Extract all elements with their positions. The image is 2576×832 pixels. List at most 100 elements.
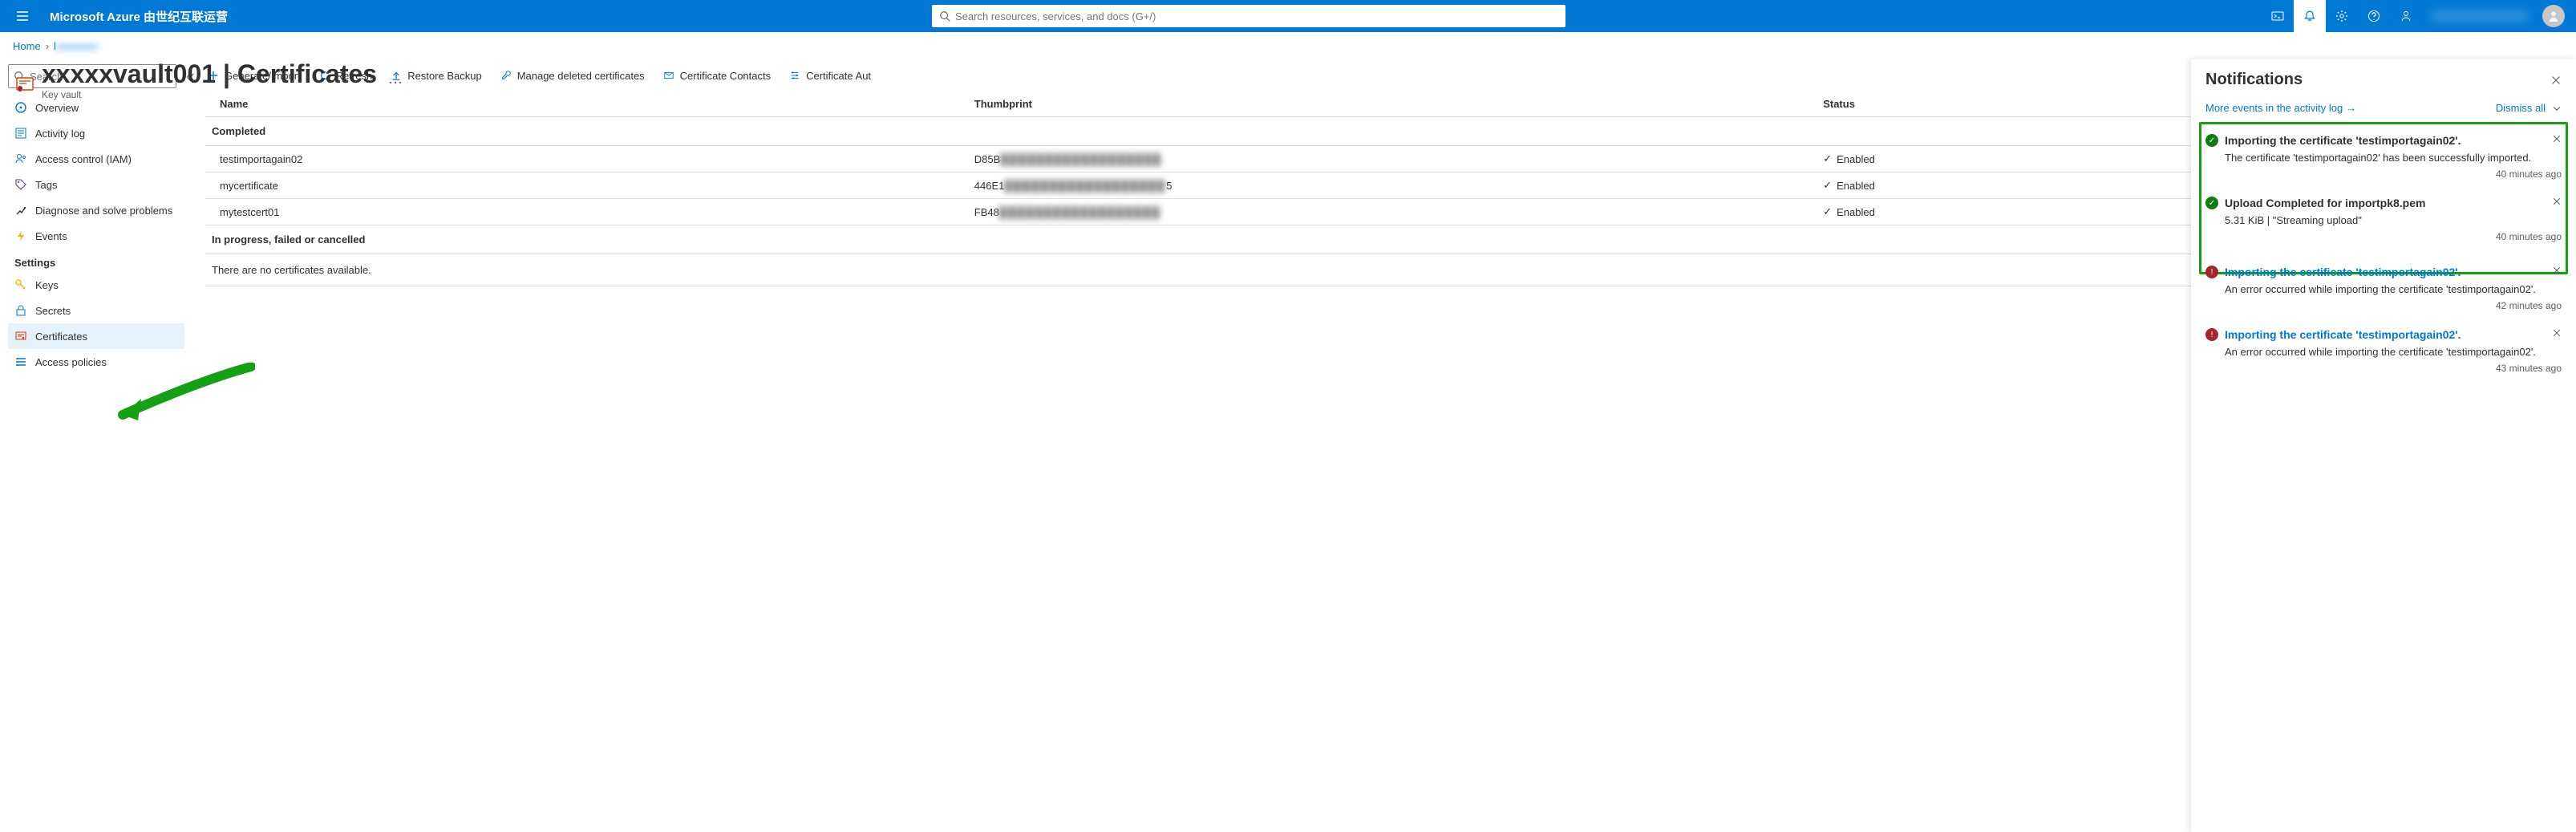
- close-icon: [2552, 197, 2562, 206]
- sidebar-item-tags[interactable]: Tags: [8, 172, 184, 197]
- feedback-button[interactable]: [2390, 0, 2422, 32]
- dismiss-all-button[interactable]: Dismiss all: [2496, 102, 2546, 114]
- global-search-wrap: [239, 5, 2258, 27]
- cloud-shell-icon: [2271, 10, 2284, 22]
- keyvault-icon: [14, 73, 35, 94]
- close-icon: [2550, 75, 2562, 86]
- notifications-button[interactable]: [2294, 0, 2326, 32]
- notifications-title: Notifications: [2205, 71, 2303, 89]
- chevron-down-icon[interactable]: [2552, 103, 2562, 113]
- notifications-panel: Notifications More events in the activit…: [2191, 59, 2576, 832]
- success-icon: ✓: [2205, 197, 2218, 209]
- gear-icon: [2335, 10, 2348, 22]
- feedback-icon: [2400, 10, 2412, 22]
- sidebar-item-secrets[interactable]: Secrets: [8, 298, 184, 323]
- notification-time: 42 minutes ago: [2205, 295, 2562, 315]
- notification-title-link[interactable]: Importing the certificate 'testimportaga…: [2225, 266, 2546, 278]
- notification-title-link[interactable]: Importing the certificate 'testimportaga…: [2225, 328, 2546, 341]
- notification-desc: An error occurred while importing the ce…: [2205, 341, 2562, 358]
- notification-item: ✓ Importing the certificate 'testimporta…: [2202, 122, 2565, 188]
- notification-item: ! Importing the certificate 'testimporta…: [2202, 319, 2565, 382]
- sidebar-item-label: Access policies: [35, 356, 107, 368]
- notifications-subheader: More events in the activity log → Dismis…: [2191, 97, 2576, 122]
- sidebar-item-diagnose[interactable]: Diagnose and solve problems: [8, 197, 184, 223]
- settings-button[interactable]: [2326, 0, 2358, 32]
- cell-name: mycertificate: [205, 172, 960, 199]
- sidebar-nav: Overview Activity log Access control (IA…: [8, 95, 184, 832]
- directory-label[interactable]: [2422, 9, 2538, 23]
- iam-icon: [14, 152, 27, 165]
- close-icon: [2552, 328, 2562, 338]
- left-column: Overview Activity log Access control (IA…: [0, 59, 192, 832]
- hamburger-menu-button[interactable]: [6, 0, 38, 32]
- bell-icon: [2303, 10, 2316, 22]
- sidebar-item-activity-log[interactable]: Activity log: [8, 120, 184, 146]
- notifications-header: Notifications: [2191, 59, 2576, 97]
- more-events-link[interactable]: More events in the activity log →: [2205, 102, 2356, 114]
- notification-time: 40 minutes ago: [2205, 164, 2562, 183]
- close-panel-button[interactable]: [2550, 75, 2562, 86]
- notification-desc: An error occurred while importing the ce…: [2205, 278, 2562, 295]
- sidebar-item-certificates[interactable]: Certificates: [8, 323, 184, 349]
- sidebar-item-label: Diagnose and solve problems: [35, 205, 172, 217]
- help-button[interactable]: [2358, 0, 2390, 32]
- notification-time: 43 minutes ago: [2205, 358, 2562, 377]
- global-search-input[interactable]: [955, 10, 1558, 22]
- error-icon: !: [2205, 266, 2218, 278]
- dismiss-notification-button[interactable]: [2552, 197, 2562, 206]
- page-title: xxxxxvault001 | Certificates: [42, 59, 377, 89]
- certificates-icon: [14, 330, 27, 343]
- avatar-icon: [2547, 10, 2560, 22]
- notification-desc: The certificate 'testimportagain02' has …: [2205, 147, 2562, 164]
- activity-log-icon: [14, 127, 27, 140]
- brand-label[interactable]: Microsoft Azure 由世纪互联运营: [42, 8, 236, 25]
- secrets-icon: [14, 304, 27, 317]
- header-icons: [2262, 0, 2570, 32]
- notification-title: Importing the certificate 'testimportaga…: [2225, 134, 2546, 147]
- sidebar-item-label: Events: [35, 230, 67, 242]
- sidebar-item-label: Certificates: [35, 331, 87, 343]
- check-icon: ✓: [1823, 152, 1832, 165]
- diagnose-icon: [14, 204, 27, 217]
- sidebar-item-access-control[interactable]: Access control (IAM): [8, 146, 184, 172]
- notification-item: ! Importing the certificate 'testimporta…: [2202, 257, 2565, 319]
- arrow-right-icon: →: [2346, 102, 2356, 114]
- sidebar-item-access-policies[interactable]: Access policies: [8, 349, 184, 375]
- cell-thumbprint: 446E1██████████████████5: [960, 172, 1808, 199]
- cell-name: mytestcert01: [205, 199, 960, 225]
- close-icon: [2552, 266, 2562, 275]
- global-search-box[interactable]: [932, 5, 1565, 27]
- notifications-list: ✓ Importing the certificate 'testimporta…: [2191, 122, 2576, 832]
- notification-title: Upload Completed for importpk8.pem: [2225, 197, 2546, 209]
- sidebar-item-label: Secrets: [35, 305, 71, 317]
- close-icon: [2552, 134, 2562, 144]
- sidebar-item-label: Tags: [35, 179, 57, 191]
- notification-time: 40 minutes ago: [2205, 226, 2562, 246]
- error-icon: !: [2205, 328, 2218, 341]
- events-icon: [14, 229, 27, 242]
- sidebar-item-label: Activity log: [35, 128, 85, 140]
- cell-thumbprint: D85B██████████████████: [960, 146, 1808, 172]
- cell-thumbprint: FB48██████████████████: [960, 199, 1808, 225]
- access-policies-icon: [14, 355, 27, 368]
- breadcrumb-home[interactable]: Home: [13, 40, 41, 52]
- help-icon: [2367, 10, 2380, 22]
- check-icon: ✓: [1823, 179, 1832, 192]
- more-actions-button[interactable]: ⋯: [383, 75, 407, 91]
- dismiss-notification-button[interactable]: [2552, 328, 2562, 338]
- resource-type-label: Key vault: [42, 89, 377, 100]
- user-avatar[interactable]: [2542, 5, 2565, 27]
- dismiss-notification-button[interactable]: [2552, 266, 2562, 275]
- sidebar-section-settings: Settings: [8, 249, 184, 272]
- sidebar-item-events[interactable]: Events: [8, 223, 184, 249]
- top-header: Microsoft Azure 由世纪互联运营: [0, 0, 2576, 32]
- dismiss-notification-button[interactable]: [2552, 134, 2562, 144]
- notification-item: ✓ Upload Completed for importpk8.pem 5.3…: [2202, 188, 2565, 250]
- sidebar-item-keys[interactable]: Keys: [8, 272, 184, 298]
- sidebar-item-label: Keys: [35, 279, 59, 291]
- check-icon: ✓: [1823, 205, 1832, 218]
- sidebar-item-label: Access control (IAM): [35, 153, 132, 165]
- breadcrumb-current[interactable]: lxxxxxxxx: [54, 40, 98, 52]
- cell-name: testimportagain02: [205, 146, 960, 172]
- cloud-shell-button[interactable]: [2262, 0, 2294, 32]
